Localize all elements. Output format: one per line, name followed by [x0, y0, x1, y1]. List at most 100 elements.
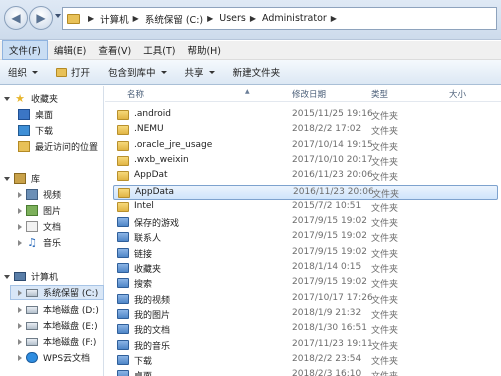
open-button[interactable]: 打开: [56, 65, 90, 79]
file-row[interactable]: 我的视频 2017/10/17 17:26 文件夹: [113, 292, 498, 307]
file-type: 文件夹: [371, 280, 399, 291]
folder-icon: [117, 263, 129, 273]
folder-icon: [117, 339, 129, 350]
nav-drive-d[interactable]: 本地磁盘 (D:): [18, 302, 99, 317]
nav-videos[interactable]: 视频: [18, 187, 61, 202]
nav-pictures[interactable]: 图片: [18, 203, 61, 218]
file-row[interactable]: 收藏夹 2018/1/14 0:15 文件夹: [113, 261, 498, 276]
folder-icon: [67, 13, 80, 24]
breadcrumb-administrator[interactable]: Administrator: [262, 13, 327, 24]
file-row[interactable]: .NEMU 2018/2/2 17:02 文件夹: [113, 123, 498, 138]
forward-arrow-icon: ▶: [36, 11, 46, 25]
chevron-right-icon[interactable]: ▶: [331, 14, 337, 23]
file-name: 我的图片: [134, 310, 171, 321]
nav-libraries[interactable]: 库: [4, 171, 40, 186]
file-row[interactable]: AppData 2016/11/23 20:06 文件夹: [113, 184, 498, 200]
drive-icon: [26, 305, 38, 314]
file-row[interactable]: Intel 2015/7/2 10:51 文件夹: [113, 200, 498, 215]
file-name: 桌面: [134, 369, 152, 376]
file-row[interactable]: 保存的游戏 2017/9/15 19:02 文件夹: [113, 215, 498, 230]
nav-downloads[interactable]: 下载: [18, 123, 53, 138]
nav-drive-c[interactable]: 系统保留 (C:): [10, 285, 104, 300]
folder-icon: [117, 293, 129, 304]
organize-button[interactable]: 组织: [8, 65, 39, 79]
file-type: 文件夹: [371, 142, 399, 153]
nav-videos-label: 视频: [43, 191, 62, 201]
nav-drive-f-label: 本地磁盘 (F:): [43, 338, 97, 348]
expand-icon[interactable]: [18, 223, 22, 230]
nav-desktop[interactable]: 桌面: [18, 107, 53, 122]
expand-icon[interactable]: [18, 354, 22, 361]
expand-icon[interactable]: [18, 191, 22, 198]
file-row[interactable]: .android 2015/11/25 19:16 文件夹: [113, 108, 498, 123]
file-name: 我的视频: [134, 295, 171, 306]
column-type[interactable]: 类型: [371, 88, 388, 100]
file-name: 我的音乐: [134, 341, 171, 352]
expand-icon[interactable]: [18, 306, 22, 313]
chevron-right-icon[interactable]: ▶: [133, 14, 139, 23]
forward-button[interactable]: ▶: [29, 6, 53, 30]
chevron-down-icon: [208, 70, 215, 74]
file-row[interactable]: .wxb_weixin 2017/10/10 20:17 文件夹: [113, 154, 498, 169]
back-arrow-icon: ◀: [11, 11, 21, 25]
expand-icon[interactable]: [4, 176, 10, 181]
file-row[interactable]: 联系人 2017/9/15 19:02 文件夹: [113, 230, 498, 245]
expand-icon[interactable]: [18, 239, 22, 246]
expand-icon[interactable]: [18, 207, 22, 214]
nav-documents[interactable]: 文档: [18, 219, 61, 234]
column-size[interactable]: 大小: [449, 88, 466, 100]
new-folder-button[interactable]: 新建文件夹: [233, 65, 281, 79]
column-date-modified[interactable]: 修改日期: [292, 88, 326, 100]
file-row[interactable]: AppDat 2016/11/23 20:06 文件夹: [113, 169, 498, 184]
file-row[interactable]: 我的音乐 2017/11/23 19:11 文件夹: [113, 338, 498, 353]
chevron-right-icon[interactable]: ▶: [250, 14, 256, 23]
breadcrumb-users[interactable]: Users: [219, 13, 246, 24]
address-bar[interactable]: ▶ 计算机 ▶ 系统保留 (C:) ▶ Users ▶ Administrato…: [62, 7, 497, 30]
nav-favorites[interactable]: ★ 收藏夹: [4, 91, 58, 106]
navigation-pane: ★ 收藏夹 桌面 下载 最近访问的位置 库 视频 图片 文档 ♫ 音乐 计算机 …: [0, 86, 104, 376]
drive-icon: [26, 288, 38, 297]
picture-icon: [26, 205, 38, 216]
column-name[interactable]: 名称: [127, 88, 144, 100]
breadcrumb-computer[interactable]: 计算机: [100, 12, 129, 26]
nav-music[interactable]: ♫ 音乐: [18, 235, 61, 250]
nav-computer[interactable]: 计算机: [4, 269, 58, 284]
back-button[interactable]: ◀: [4, 6, 28, 30]
file-type: 文件夹: [371, 219, 399, 230]
menu-edit[interactable]: 编辑(E): [48, 41, 92, 59]
nav-wps-cloud[interactable]: WPS云文档: [18, 350, 90, 365]
nav-wps-label: WPS云文档: [43, 354, 91, 364]
file-row[interactable]: 搜索 2017/9/15 19:02 文件夹: [113, 276, 498, 291]
file-row[interactable]: 下载 2018/2/2 23:54 文件夹: [113, 353, 498, 368]
file-row[interactable]: 桌面 2018/2/3 16:10 文件夹: [113, 368, 498, 376]
file-row[interactable]: .oracle_jre_usage 2017/10/14 19:15 文件夹: [113, 139, 498, 154]
file-type: 文件夹: [371, 369, 398, 376]
breadcrumb-drive-c[interactable]: 系统保留 (C:): [145, 12, 203, 26]
expand-icon[interactable]: [18, 289, 22, 296]
nav-drive-f[interactable]: 本地磁盘 (F:): [18, 334, 96, 349]
menu-file[interactable]: 文件(F): [2, 40, 48, 60]
file-row[interactable]: 我的图片 2018/1/9 21:32 文件夹: [113, 307, 498, 322]
file-row[interactable]: 我的文档 2018/1/30 16:51 文件夹: [113, 322, 498, 337]
expand-icon[interactable]: [18, 322, 22, 329]
folder-icon: [117, 308, 129, 319]
file-date-modified: 2016/11/23 20:06: [293, 186, 374, 197]
expand-icon[interactable]: [4, 96, 10, 101]
chevron-right-icon[interactable]: ▶: [207, 14, 213, 23]
menu-view[interactable]: 查看(V): [92, 41, 137, 59]
menu-tools[interactable]: 工具(T): [137, 41, 181, 59]
folder-icon: [117, 232, 129, 243]
chevron-right-icon[interactable]: ▶: [88, 14, 94, 23]
folder-icon: [117, 324, 129, 335]
expand-icon[interactable]: [4, 274, 10, 279]
file-date-modified: 2015/11/25 19:16: [292, 109, 373, 119]
nav-recent-places[interactable]: 最近访问的位置: [18, 139, 98, 154]
folder-icon: [117, 171, 129, 182]
share-button[interactable]: 共享: [185, 65, 215, 79]
file-row[interactable]: 链接 2017/9/15 19:02 文件夹: [113, 246, 498, 261]
menu-help[interactable]: 帮助(H): [181, 41, 227, 59]
expand-icon[interactable]: [18, 338, 22, 345]
recent-pages-dropdown-icon[interactable]: [55, 14, 61, 18]
include-in-library-button[interactable]: 包含到库中: [108, 65, 167, 79]
nav-drive-e[interactable]: 本地磁盘 (E:): [18, 318, 98, 333]
